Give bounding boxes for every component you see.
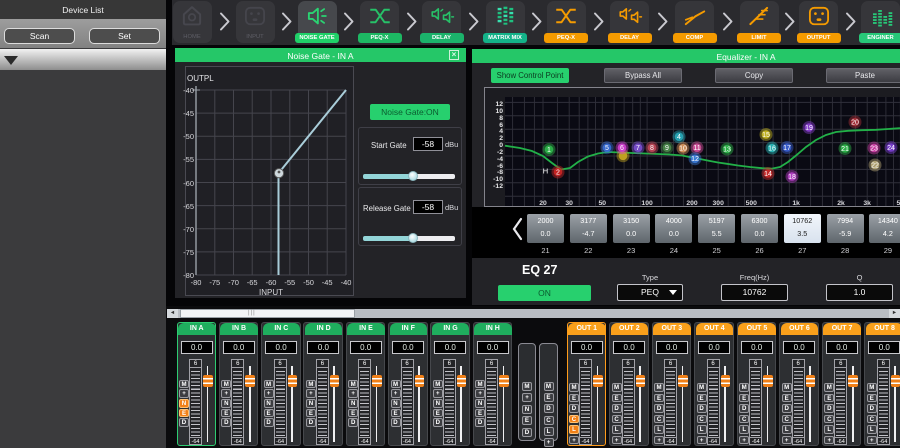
svg-text:14: 14 [764,171,772,178]
svg-text:8: 8 [650,145,654,152]
svg-text:7: 7 [636,145,640,152]
svg-text:6: 6 [620,145,624,152]
svg-text:19: 19 [805,125,813,132]
svg-text:17: 17 [783,145,791,152]
svg-text:2: 2 [556,169,560,176]
svg-text:H: H [543,167,548,176]
svg-text:13: 13 [723,146,731,153]
svg-text:22: 22 [871,162,879,169]
svg-text:5: 5 [605,145,609,152]
svg-text:10: 10 [679,146,687,153]
svg-text:21: 21 [841,146,849,153]
svg-text:18: 18 [788,174,796,181]
svg-text:11: 11 [693,145,700,152]
svg-text:12: 12 [691,156,699,163]
svg-text:23: 23 [870,145,878,152]
svg-text:24: 24 [887,145,895,152]
svg-text:20: 20 [851,119,859,126]
svg-text:9: 9 [665,145,669,152]
svg-text:4: 4 [677,134,681,141]
svg-text:16: 16 [768,145,776,152]
svg-text:15: 15 [762,132,770,139]
svg-text:1: 1 [547,147,551,154]
